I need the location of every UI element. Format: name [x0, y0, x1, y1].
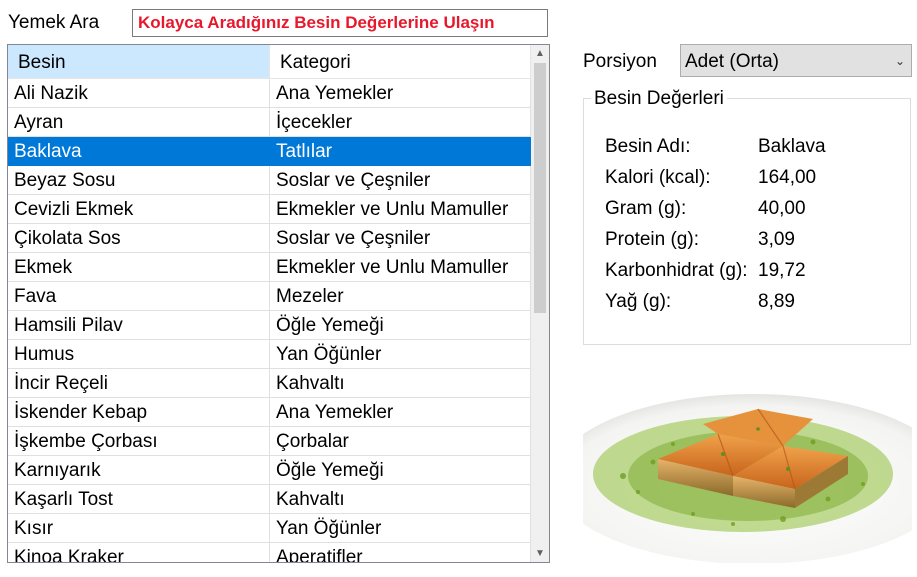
- cell-kategori[interactable]: Mezeler: [270, 282, 531, 311]
- cell-kategori[interactable]: Soslar ve Çeşniler: [270, 166, 531, 195]
- column-header-besin[interactable]: Besin: [8, 45, 270, 79]
- table-row[interactable]: İşkembe Çorbası Çorbalar: [8, 427, 531, 456]
- cell-besin[interactable]: İncir Reçeli: [8, 369, 270, 398]
- search-input[interactable]: [132, 9, 548, 37]
- cell-kategori[interactable]: Ekmekler ve Unlu Mamuller: [270, 253, 531, 282]
- cell-kategori[interactable]: Çorbalar: [270, 427, 531, 456]
- nutrition-label: Yağ (g):: [605, 291, 672, 312]
- nutrition-label: Karbonhidrat (g):: [605, 260, 748, 281]
- table-row[interactable]: Ali Nazik Ana Yemekler: [8, 79, 531, 108]
- nutrition-value: Baklava: [758, 136, 826, 157]
- table-row[interactable]: Humus Yan Öğünler: [8, 340, 531, 369]
- column-header-kategori[interactable]: Kategori: [270, 45, 531, 79]
- table-row[interactable]: Ekmek Ekmekler ve Unlu Mamuller: [8, 253, 531, 282]
- table-row[interactable]: Çikolata Sos Soslar ve Çeşniler: [8, 224, 531, 253]
- table-row[interactable]: Hamsili Pilav Öğle Yemeği: [8, 311, 531, 340]
- baklava-image: [583, 364, 912, 563]
- table-row[interactable]: Kinoa Kraker Aperatifler: [8, 543, 531, 562]
- cell-besin[interactable]: Kaşarlı Tost: [8, 485, 270, 514]
- cell-kategori[interactable]: Aperatifler: [270, 543, 531, 562]
- nutrition-value: 19,72: [758, 260, 806, 281]
- cell-besin[interactable]: Baklava: [8, 137, 270, 166]
- table-row[interactable]: İncir Reçeli Kahvaltı: [8, 369, 531, 398]
- vertical-scrollbar[interactable]: ▲ ▼: [531, 45, 549, 562]
- cell-kategori[interactable]: Ana Yemekler: [270, 398, 531, 427]
- cell-besin[interactable]: Hamsili Pilav: [8, 311, 270, 340]
- search-label: Yemek Ara: [8, 12, 100, 33]
- food-grid[interactable]: Besin Kategori Ali Nazik Ana Yemekler Ayra…: [7, 44, 550, 563]
- table-row[interactable]: Fava Mezeler: [8, 282, 531, 311]
- cell-kategori[interactable]: Soslar ve Çeşniler: [270, 224, 531, 253]
- cell-kategori[interactable]: Ekmekler ve Unlu Mamuller: [270, 195, 531, 224]
- nutrition-value: 8,89: [758, 291, 795, 312]
- grid-header: Besin Kategori: [8, 45, 531, 79]
- cell-besin[interactable]: Cevizli Ekmek: [8, 195, 270, 224]
- cell-besin[interactable]: Çikolata Sos: [8, 224, 270, 253]
- table-row[interactable]: İskender Kebap Ana Yemekler: [8, 398, 531, 427]
- nutrition-label: Besin Adı:: [605, 136, 691, 157]
- nutrition-label: Gram (g):: [605, 198, 687, 219]
- cell-besin[interactable]: Humus: [8, 340, 270, 369]
- table-row[interactable]: Karnıyarık Öğle Yemeği: [8, 456, 531, 485]
- cell-kategori[interactable]: İçecekler: [270, 108, 531, 137]
- table-row[interactable]: Cevizli Ekmek Ekmekler ve Unlu Mamuller: [8, 195, 531, 224]
- nutrition-value: 3,09: [758, 229, 795, 250]
- scroll-down-icon[interactable]: ▼: [531, 545, 549, 562]
- table-row[interactable]: Ayran İçecekler: [8, 108, 531, 137]
- grid-body: Ali Nazik Ana Yemekler Ayran İçecekler Bakla…: [8, 79, 531, 562]
- cell-besin[interactable]: İşkembe Çorbası: [8, 427, 270, 456]
- cell-kategori[interactable]: Ana Yemekler: [270, 79, 531, 108]
- nutrition-value: 40,00: [758, 198, 806, 219]
- portion-label: Porsiyon: [583, 51, 657, 72]
- cell-besin[interactable]: Kısır: [8, 514, 270, 543]
- cell-besin[interactable]: Ayran: [8, 108, 270, 137]
- table-row[interactable]: Kaşarlı Tost Kahvaltı: [8, 485, 531, 514]
- cell-kategori[interactable]: Kahvaltı: [270, 485, 531, 514]
- cell-kategori[interactable]: Öğle Yemeği: [270, 456, 531, 485]
- cell-besin[interactable]: Beyaz Sosu: [8, 166, 270, 195]
- table-row[interactable]: Baklava Tatlılar: [8, 137, 531, 166]
- cell-kategori[interactable]: Kahvaltı: [270, 369, 531, 398]
- cell-besin[interactable]: İskender Kebap: [8, 398, 270, 427]
- cell-kategori[interactable]: Yan Öğünler: [270, 340, 531, 369]
- cell-besin[interactable]: Kinoa Kraker: [8, 543, 270, 562]
- scroll-up-icon[interactable]: ▲: [531, 45, 549, 62]
- chevron-down-icon: ⌄: [894, 54, 905, 68]
- table-row[interactable]: Kısır Yan Öğünler: [8, 514, 531, 543]
- nutrition-label: Kalori (kcal):: [605, 167, 711, 188]
- cell-kategori[interactable]: Tatlılar: [270, 137, 531, 166]
- portion-select[interactable]: Adet (Orta) ⌄: [680, 44, 912, 77]
- table-row[interactable]: Beyaz Sosu Soslar ve Çeşniler: [8, 166, 531, 195]
- nutrition-label: Protein (g):: [605, 229, 699, 250]
- nutrition-value: 164,00: [758, 167, 817, 188]
- cell-kategori[interactable]: Öğle Yemeği: [270, 311, 531, 340]
- cell-besin[interactable]: Ali Nazik: [8, 79, 270, 108]
- portion-select-value: Adet (Orta): [685, 51, 779, 72]
- cell-besin[interactable]: Fava: [8, 282, 270, 311]
- cell-kategori[interactable]: Yan Öğünler: [270, 514, 531, 543]
- scroll-thumb[interactable]: [534, 63, 546, 313]
- cell-besin[interactable]: Karnıyarık: [8, 456, 270, 485]
- nutrition-title: Besin Değerleri: [591, 88, 727, 110]
- cell-besin[interactable]: Ekmek: [8, 253, 270, 282]
